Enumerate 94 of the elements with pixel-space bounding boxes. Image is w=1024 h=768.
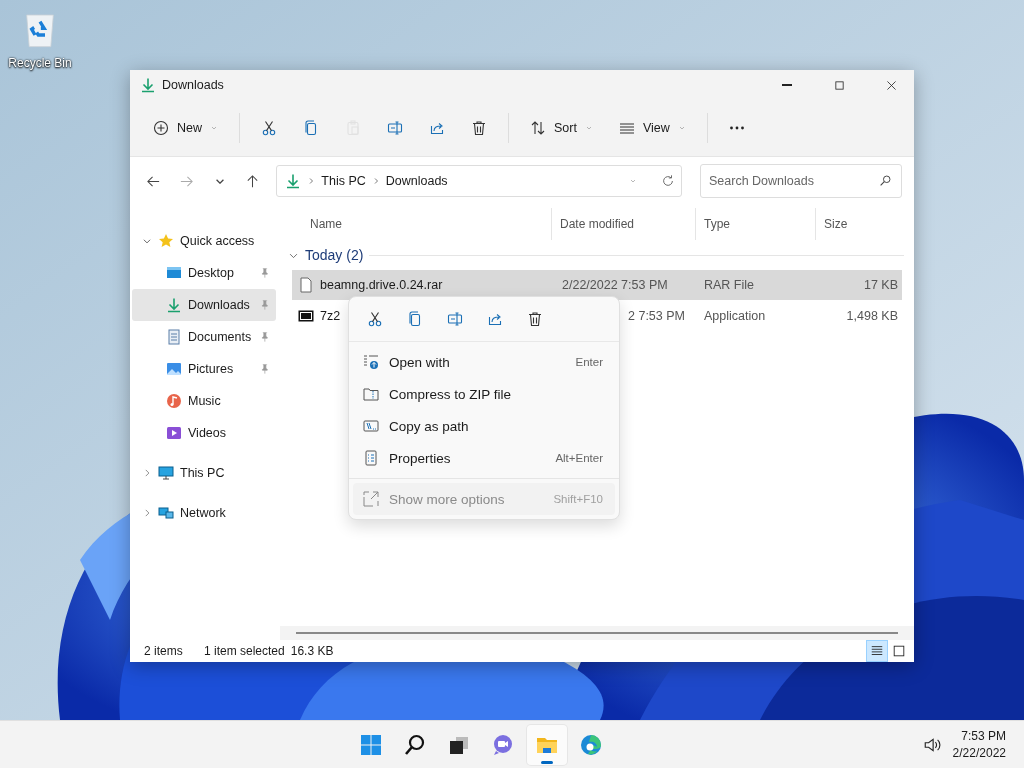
- chevron-right-icon: [307, 177, 316, 185]
- zip-folder-icon: [363, 386, 379, 402]
- refresh-icon: [661, 174, 675, 188]
- rename-icon: [447, 311, 463, 327]
- 7z-icon: [298, 308, 314, 324]
- new-icon: [153, 120, 169, 136]
- table-cell-text: 1,498 KB: [845, 309, 899, 323]
- chevron-down-icon: [584, 124, 593, 132]
- close-icon: [884, 78, 898, 92]
- dropdown-icon: [629, 177, 637, 185]
- menu-item[interactable]: Open with Enter: [353, 346, 615, 378]
- sort-icon: [530, 120, 546, 136]
- group-header[interactable]: Today (2): [305, 247, 364, 263]
- chevron-down-icon: [215, 178, 224, 184]
- open-with-icon: [363, 354, 379, 370]
- download-icon: [285, 173, 302, 189]
- download-icon: [166, 297, 182, 313]
- rename-icon: [387, 120, 403, 136]
- table-cell-text: 2 7:53 PM: [627, 309, 686, 323]
- trash-icon: [471, 120, 487, 136]
- scrollbar[interactable]: [296, 632, 898, 634]
- minimize-icon: [782, 84, 792, 86]
- file-row[interactable]: 7z2 2 7:53 PM Application 1,498 KB: [292, 301, 902, 331]
- expand-icon: [363, 491, 379, 507]
- speaker-icon[interactable]: [922, 735, 941, 754]
- sidebar-item[interactable]: Videos: [132, 417, 276, 449]
- trash-icon: [527, 311, 543, 327]
- column-header[interactable]: Date modified: [552, 208, 696, 240]
- list-icon: [870, 644, 884, 658]
- image-icon: [166, 361, 182, 377]
- file-icon: [298, 277, 314, 293]
- monitor-icon: [158, 465, 174, 481]
- square-icon: [892, 644, 906, 658]
- file-explorer-button[interactable]: [527, 724, 568, 765]
- shortcut-text: Alt+Enter: [555, 452, 603, 464]
- video-icon: [166, 425, 182, 441]
- column-header[interactable]: Name: [280, 208, 552, 240]
- copy-icon: [407, 311, 423, 327]
- properties-icon: [363, 450, 379, 466]
- chevron-down-icon: [210, 124, 218, 132]
- search-field[interactable]: Search Downloads: [700, 164, 902, 198]
- status-text: 16.3 KB: [290, 644, 334, 658]
- list-icon: [618, 120, 635, 136]
- sidebar-item[interactable]: Pictures: [132, 353, 276, 385]
- sort-button[interactable]: Sort: [519, 110, 604, 146]
- clock-time[interactable]: 7:53 PM: [961, 729, 1006, 743]
- sidebar-item[interactable]: Downloads: [132, 289, 276, 321]
- sidebar-item[interactable]: Desktop: [132, 257, 276, 289]
- desktop-icon: [166, 265, 182, 281]
- copy-icon: [303, 120, 319, 136]
- shortcut-text: Shift+F10: [553, 493, 603, 505]
- details-view-button[interactable]: [866, 640, 888, 662]
- table-cell-text: 17 KB: [862, 278, 899, 292]
- new-button[interactable]: New: [142, 110, 229, 146]
- menu-item[interactable]: Copy as path: [353, 410, 615, 442]
- sidebar-item[interactable]: Documents: [132, 321, 276, 353]
- sidebar-item[interactable]: Music: [132, 385, 276, 417]
- menu-item[interactable]: Compress to ZIP file: [353, 378, 615, 410]
- music-icon: [166, 393, 182, 409]
- file-row[interactable]: beamng.drive.0.24.rar 2/22/2022 7:53 PM RAR File 17 KB: [292, 270, 902, 300]
- column-header[interactable]: Type: [696, 208, 816, 240]
- windows-logo-icon: [359, 732, 384, 757]
- table-cell-text: Application: [703, 309, 767, 323]
- document-icon: [166, 329, 182, 345]
- sidebar-item[interactable]: This PC: [132, 457, 276, 489]
- menu-item[interactable]: Properties Alt+Enter: [353, 442, 615, 474]
- scissors-icon: [367, 311, 383, 327]
- file-name: 7z2: [320, 309, 341, 323]
- browser-icon: [579, 732, 604, 757]
- star-icon: [158, 233, 174, 249]
- address-bar[interactable]: This PC Downloads: [276, 165, 682, 197]
- status-text: 2 items: [144, 644, 184, 658]
- shortcut-text: Enter: [575, 356, 603, 368]
- breadcrumb[interactable]: This PC: [321, 174, 366, 188]
- sidebar-item[interactable]: Network: [132, 497, 276, 529]
- window-title: Downloads: [162, 78, 225, 92]
- breadcrumb[interactable]: Downloads: [385, 174, 448, 188]
- view-button[interactable]: View: [607, 110, 697, 146]
- maximize-icon: [832, 78, 846, 92]
- sidebar-item[interactable]: Quick access: [132, 225, 276, 257]
- clock-date[interactable]: 2/22/2022: [952, 746, 1006, 760]
- network-icon: [158, 505, 174, 521]
- chevron-down-icon: [677, 124, 686, 132]
- table-cell-text: 2/22/2022 7:53 PM: [561, 278, 669, 292]
- table-cell-text: RAR File: [703, 278, 755, 292]
- share-icon: [429, 120, 445, 136]
- download-icon: [140, 77, 156, 93]
- share-icon: [487, 311, 503, 327]
- file-name: beamng.drive.0.24.rar: [320, 278, 443, 292]
- status-text: 1 item selected: [204, 644, 285, 658]
- column-header[interactable]: Size: [816, 208, 896, 240]
- path-icon: [363, 418, 379, 434]
- scissors-icon: [261, 120, 277, 136]
- search-icon: [879, 174, 892, 187]
